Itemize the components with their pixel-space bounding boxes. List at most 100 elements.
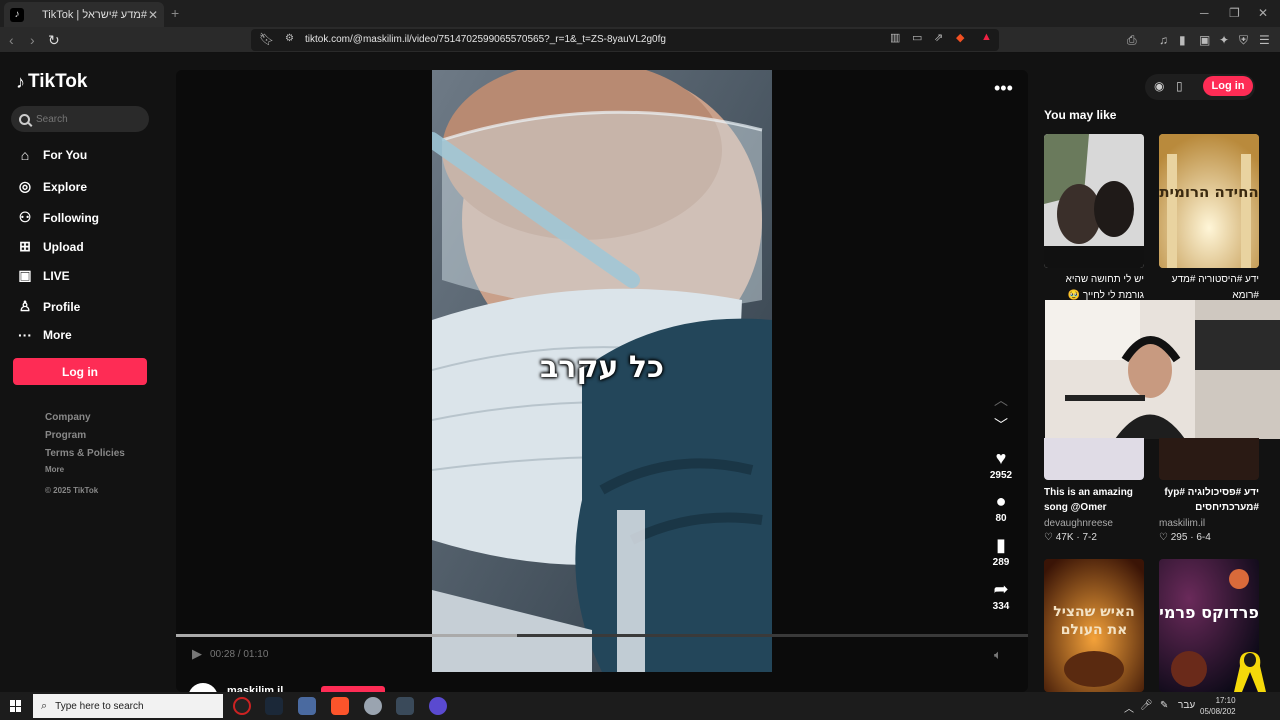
sidebar-toggle-icon[interactable]: ▮ [1179, 33, 1186, 47]
tab-close-icon[interactable]: ✕ [148, 8, 158, 22]
tray-chevron-icon[interactable]: ︿ [1124, 700, 1134, 715]
cast-icon[interactable]: ▭ [912, 31, 922, 44]
taskbar-search-text: Type here to search [55, 700, 144, 712]
pen-icon[interactable]: ✎ [1160, 700, 1168, 711]
video-frame[interactable]: כל עקרב [432, 70, 772, 672]
login-button[interactable]: Log in [13, 358, 147, 385]
recommended-likes-4: 295 [1170, 532, 1188, 543]
next-video-icon[interactable]: ﹀ [994, 415, 1008, 435]
leo-ai-icon[interactable]: ✦ [1219, 33, 1229, 47]
video-player: כל עקרב ••• ︿ ﹀ ♥ 2952 ● 80 ▮ 289 ➦ 334 … [176, 70, 1028, 692]
browser-toolbar: ‹ › ↻ 🔖︎ ⚙︎ tiktok.com/@maskilim.il/vide… [0, 27, 1280, 53]
brave-icon[interactable] [331, 697, 349, 715]
address-bar[interactable]: 🔖︎ ⚙︎ tiktok.com/@maskilim.il/video/7514… [251, 29, 999, 51]
brave-rewards-icon[interactable]: ▲ [981, 31, 992, 43]
brave-shield-icon[interactable]: ◆ [956, 31, 964, 44]
thumb-5-title: האיש שהציל את העולם [1053, 604, 1135, 638]
footer-terms[interactable]: Terms & Policies [45, 448, 125, 459]
browser-tab[interactable]: ♪ TikTok | ידע #מדע #ישראל # ✕ [4, 2, 164, 27]
windows-start-icon[interactable] [10, 700, 22, 712]
windows-taskbar: ⌕ Type here to search ︿ 🎤︎ ✎ עבר 17:10 0… [0, 692, 1280, 720]
window-close-icon[interactable]: ✕ [1258, 6, 1268, 20]
share-count: 334 [992, 601, 1010, 612]
browser-tab-bar: ♪ TikTok | ידע #מדע #ישראל # ✕ + ─ ❐ ✕ [0, 0, 1280, 27]
maximize-icon[interactable]: ❐ [1229, 6, 1240, 20]
recommended-thumb-2[interactable]: החידה הרומית [1159, 134, 1259, 268]
recommended-stats-4: ♡ 295 · 6-4 [1159, 532, 1211, 543]
nav-label: Following [43, 210, 99, 225]
tiktok-favicon-icon: ♪ [10, 7, 24, 22]
clock-time: 17:10 [1215, 696, 1236, 705]
search-input[interactable] [36, 113, 136, 125]
recommended-thumb-5[interactable]: האיש שהציל את העולם [1044, 559, 1144, 692]
play-icon[interactable]: ▶ [192, 646, 202, 662]
tiktok-logo[interactable]: ♪ TikTok [16, 71, 87, 93]
share-button[interactable]: ➦ 334 [980, 579, 1022, 612]
microphone-icon[interactable]: 🎤︎ [1140, 700, 1153, 711]
menu-icon[interactable]: ☰ [1259, 33, 1270, 47]
previous-video-icon[interactable]: ︿ [994, 390, 1008, 410]
more-options-icon[interactable]: ••• [994, 78, 1013, 99]
app-icon-7[interactable] [429, 697, 447, 715]
nav-profile[interactable]: ♙ Profile [16, 298, 81, 315]
nav-label: More [43, 328, 72, 342]
live-tv-icon: ▣ [18, 267, 32, 283]
nav-upload[interactable]: ⊞ Upload [16, 238, 84, 255]
recommended-thumb-4[interactable] [1159, 438, 1259, 480]
share-page-icon[interactable]: ⇗ [934, 31, 943, 44]
nav-explore[interactable]: ◎ Explore [16, 178, 87, 195]
wallet-icon[interactable]: ▣ [1199, 33, 1210, 47]
nav-more[interactable]: ··· More [16, 327, 72, 343]
progress-bar[interactable] [176, 634, 1028, 637]
app-icon-1[interactable] [233, 697, 251, 715]
recommended-thumb-3[interactable] [1044, 438, 1144, 480]
app-icon-5[interactable] [364, 697, 382, 715]
thumb-2-title: החידה הרומית [1159, 183, 1259, 201]
app-icon-3[interactable] [298, 697, 316, 715]
site-info-icon[interactable]: ⚙︎ [285, 33, 294, 44]
minimize-icon[interactable]: ─ [1200, 6, 1209, 20]
recommended-caption-3[interactable]: This is an amazing song @Omer Adam... [1044, 485, 1144, 517]
recommended-thumb-1[interactable] [1044, 134, 1144, 268]
bookmark-icon[interactable]: 🔖︎ [259, 32, 274, 46]
volume-icon[interactable]: 🔈︎ [994, 647, 1002, 663]
reader-mode-icon[interactable]: ▥ [890, 31, 900, 44]
nav-following[interactable]: ⚇ Following [16, 209, 99, 226]
device-icon[interactable]: ▯ [1176, 79, 1183, 93]
header-login-button[interactable]: Log in [1203, 76, 1253, 96]
comment-button[interactable]: ● 80 [980, 491, 1022, 524]
language-indicator[interactable]: עבר [1178, 700, 1195, 711]
nav-label: Profile [43, 299, 81, 314]
taskbar-search[interactable]: ⌕ Type here to search [33, 694, 223, 718]
search-box[interactable] [11, 106, 149, 132]
save-button[interactable]: ▮ 289 [980, 535, 1022, 568]
footer-program[interactable]: Program [45, 430, 86, 441]
reload-icon[interactable]: ↻ [48, 32, 60, 49]
recommended-date-4: 6-4 [1196, 532, 1211, 543]
back-icon[interactable]: ‹ [9, 32, 14, 48]
recommended-author-4[interactable]: maskilim.il [1159, 518, 1205, 529]
url-text[interactable]: tiktok.com/@maskilim.il/video/7514702599… [305, 34, 666, 45]
recommended-caption-4[interactable]: ידע #פסיכולוגיה #fyp #מערכתיחסים [1159, 485, 1259, 517]
dot-separator: · [1190, 532, 1194, 543]
coin-icon[interactable]: ◉ [1154, 79, 1164, 93]
steam-icon[interactable] [265, 697, 283, 715]
heart-outline-icon: ♡ [1159, 532, 1168, 543]
footer-company[interactable]: Company [45, 412, 91, 423]
progress-fill [176, 634, 517, 637]
thumb-6-title: פרדוקס פרמי [1159, 603, 1259, 622]
nav-for-you[interactable]: ⌂ For You [16, 147, 87, 163]
search-icon [19, 113, 30, 125]
screenshot-icon[interactable]: ⎙ [1127, 33, 1137, 48]
recommended-author-3[interactable]: devaughnreese [1044, 518, 1113, 529]
app-icon-6[interactable] [396, 697, 414, 715]
nav-live[interactable]: ▣ LIVE [16, 267, 69, 284]
more-dots-icon: ··· [18, 327, 32, 343]
like-button[interactable]: ♥ 2952 [980, 448, 1022, 481]
forward-icon[interactable]: › [30, 32, 35, 48]
new-tab-icon[interactable]: + [171, 5, 179, 21]
footer-more[interactable]: More [45, 465, 64, 474]
media-icon[interactable]: ♫ [1159, 33, 1168, 47]
taskbar-clock[interactable]: 17:10 05/08/202 [1200, 695, 1236, 717]
vpn-icon[interactable]: ⛨ [1239, 33, 1248, 48]
